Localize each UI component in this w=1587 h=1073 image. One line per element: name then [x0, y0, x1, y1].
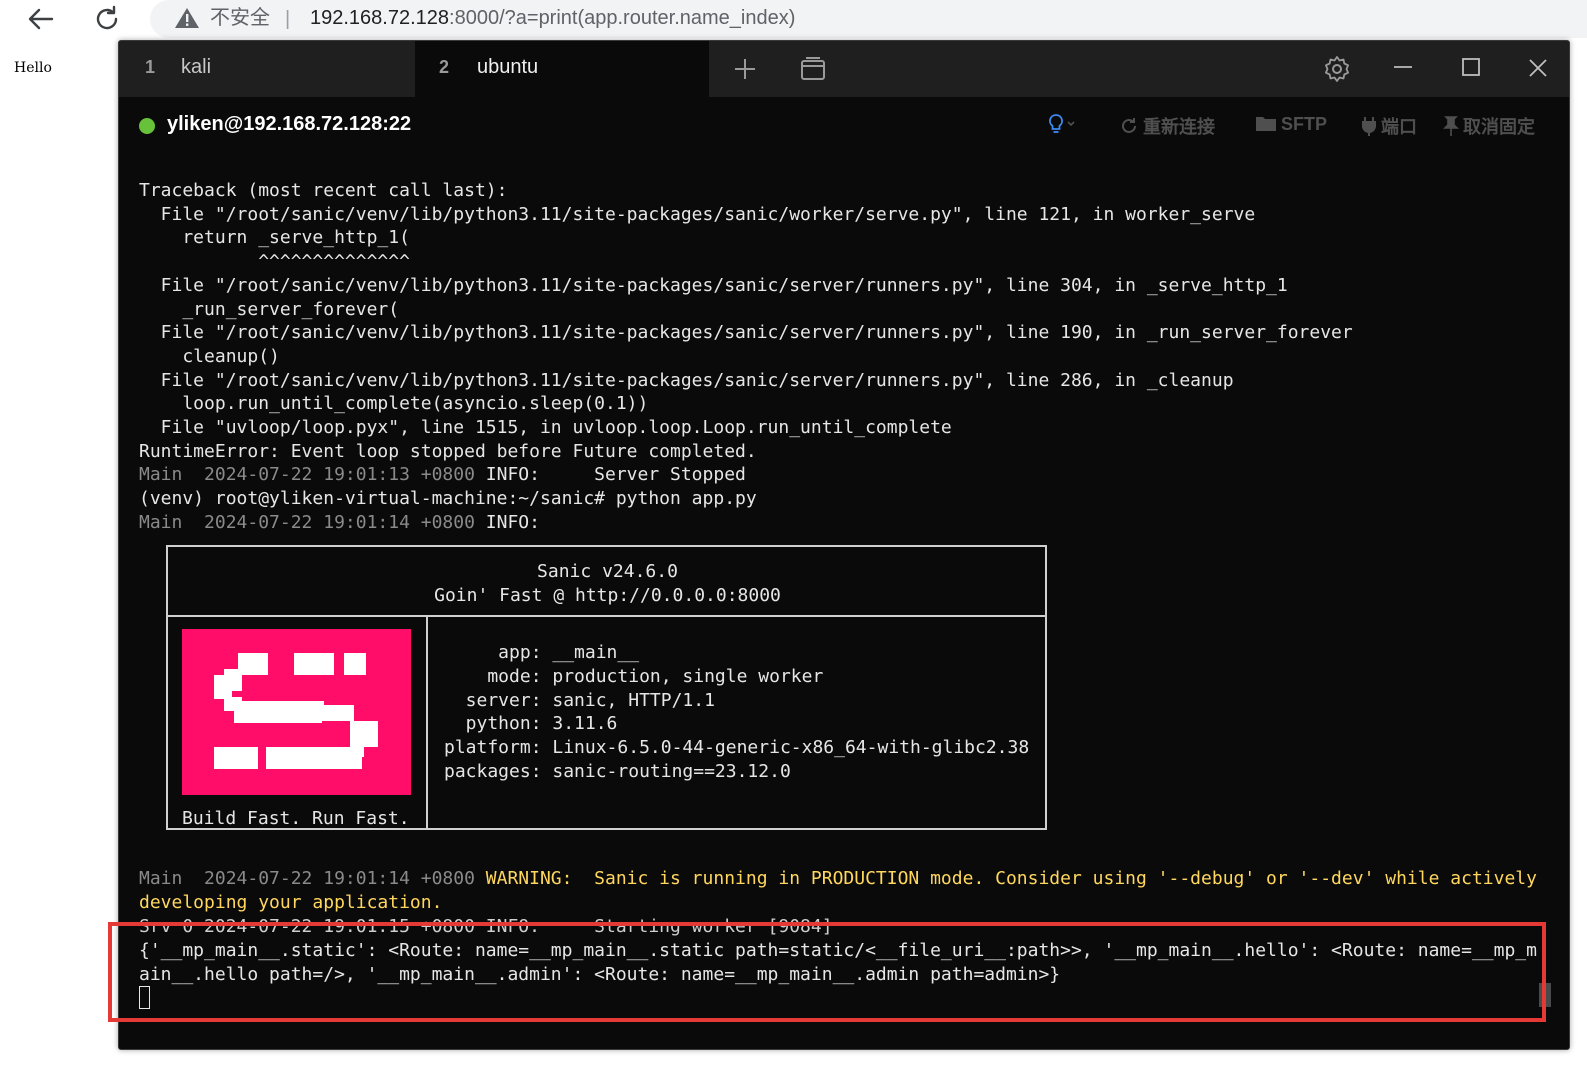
- banner-packages-line: packages: sanic-routing==23.12.0: [444, 761, 791, 782]
- reconnect-button[interactable]: 重新连接: [1119, 113, 1215, 139]
- highlight-box: [108, 922, 1546, 1022]
- traceback-output: Traceback (most recent call last): File …: [139, 179, 1353, 511]
- terminal-window: 1 kali 2 ubuntu yliken@192.168.72.128:22: [118, 40, 1570, 1050]
- traceback-text: Traceback (most recent call last): File …: [139, 180, 1353, 462]
- tab-label: ubuntu: [477, 56, 539, 78]
- banner-divider: [166, 615, 1047, 617]
- info-line: Main 2024-07-22 19:01:14 +0800 INFO:: [139, 511, 540, 535]
- banner-python-line: python: 3.11.6: [444, 713, 618, 734]
- banner-mode-line: mode: production, single worker: [444, 666, 824, 687]
- pin-icon: [1443, 116, 1459, 136]
- log-prefix: Main 2024-07-22 19:01:14 +0800: [139, 868, 486, 889]
- banner-tagline: Build Fast. Run Fast.: [182, 808, 410, 829]
- log-prefix: Main 2024-07-22 19:01:13 +0800: [139, 464, 486, 486]
- sftp-button[interactable]: SFTP: [1255, 113, 1327, 135]
- tab-kali[interactable]: 1 kali: [119, 41, 413, 97]
- unpin-label: 取消固定: [1463, 117, 1535, 137]
- terminal-screen[interactable]: Traceback (most recent call last): File …: [119, 153, 1569, 1049]
- unpin-button[interactable]: 取消固定: [1443, 113, 1535, 139]
- banner-server-line: server: sanic, HTTP/1.1: [444, 690, 715, 711]
- browser-toolbar: 不安全 | 192.168.72.128:8000/?a=print(app.r…: [0, 0, 1587, 38]
- log-message: INFO: Server Stopped: [485, 464, 746, 486]
- session-bar: yliken@192.168.72.128:22 重新连接 SFTP 端口 取消…: [119, 97, 1569, 153]
- banner-app-line: app: __main__: [444, 642, 640, 663]
- tab-layout-icon[interactable]: [799, 55, 827, 83]
- back-arrow-icon[interactable]: [24, 2, 58, 36]
- tab-ubuntu[interactable]: 2 ubuntu: [415, 41, 709, 97]
- plus-icon[interactable]: [733, 57, 757, 81]
- reconnect-label: 重新连接: [1143, 117, 1215, 137]
- log-message: INFO:: [485, 512, 540, 533]
- port-button[interactable]: 端口: [1361, 113, 1417, 139]
- banner-divider: [426, 615, 428, 830]
- page-body-text: Hello: [14, 60, 52, 76]
- tab-number: 1: [145, 57, 156, 77]
- port-label: 端口: [1381, 117, 1417, 137]
- sanic-logo: [182, 629, 411, 795]
- session-host: yliken@192.168.72.128:22: [167, 113, 412, 135]
- url-text[interactable]: 192.168.72.128:8000/?a=print(app.router.…: [310, 5, 795, 31]
- tab-label: kali: [181, 56, 212, 78]
- connection-status-dot: [139, 118, 155, 134]
- sftp-label: SFTP: [1281, 114, 1328, 134]
- refresh-icon: [1122, 118, 1136, 133]
- log-prefix: Main 2024-07-22 19:01:14 +0800: [139, 512, 486, 533]
- banner-subtitle: Goin' Fast @ http://0.0.0.0:8000: [434, 585, 781, 606]
- address-bar[interactable]: 不安全 | 192.168.72.128:8000/?a=print(app.r…: [150, 0, 1587, 38]
- banner-platform-line: platform: Linux-6.5.0-44-generic-x86_64-…: [444, 737, 1030, 758]
- banner-title: Sanic v24.6.0: [537, 561, 678, 582]
- warning-icon: [174, 6, 200, 30]
- maximize-icon[interactable]: [1459, 55, 1483, 79]
- lightbulb-icon[interactable]: [1047, 113, 1079, 137]
- insecure-label: 不安全: [210, 7, 270, 29]
- url-host: 192.168.72.128: [310, 7, 450, 29]
- close-icon[interactable]: [1525, 55, 1551, 81]
- gear-icon[interactable]: [1323, 55, 1351, 83]
- folder-icon: [1256, 117, 1276, 131]
- tab-number: 2: [439, 57, 450, 77]
- reload-icon[interactable]: [90, 2, 124, 36]
- minimize-icon[interactable]: [1391, 55, 1415, 79]
- warning-line: Main 2024-07-22 19:01:14 +0800 WARNING: …: [139, 867, 1539, 914]
- shell-prompt-line: (venv) root@yliken-virtual-machine:~/san…: [139, 488, 757, 510]
- address-separator: |: [285, 8, 291, 30]
- url-path: :8000/?a=print(app.router.name_index): [449, 7, 796, 29]
- plug-icon: [1362, 117, 1376, 136]
- tab-strip: 1 kali 2 ubuntu: [119, 41, 1569, 97]
